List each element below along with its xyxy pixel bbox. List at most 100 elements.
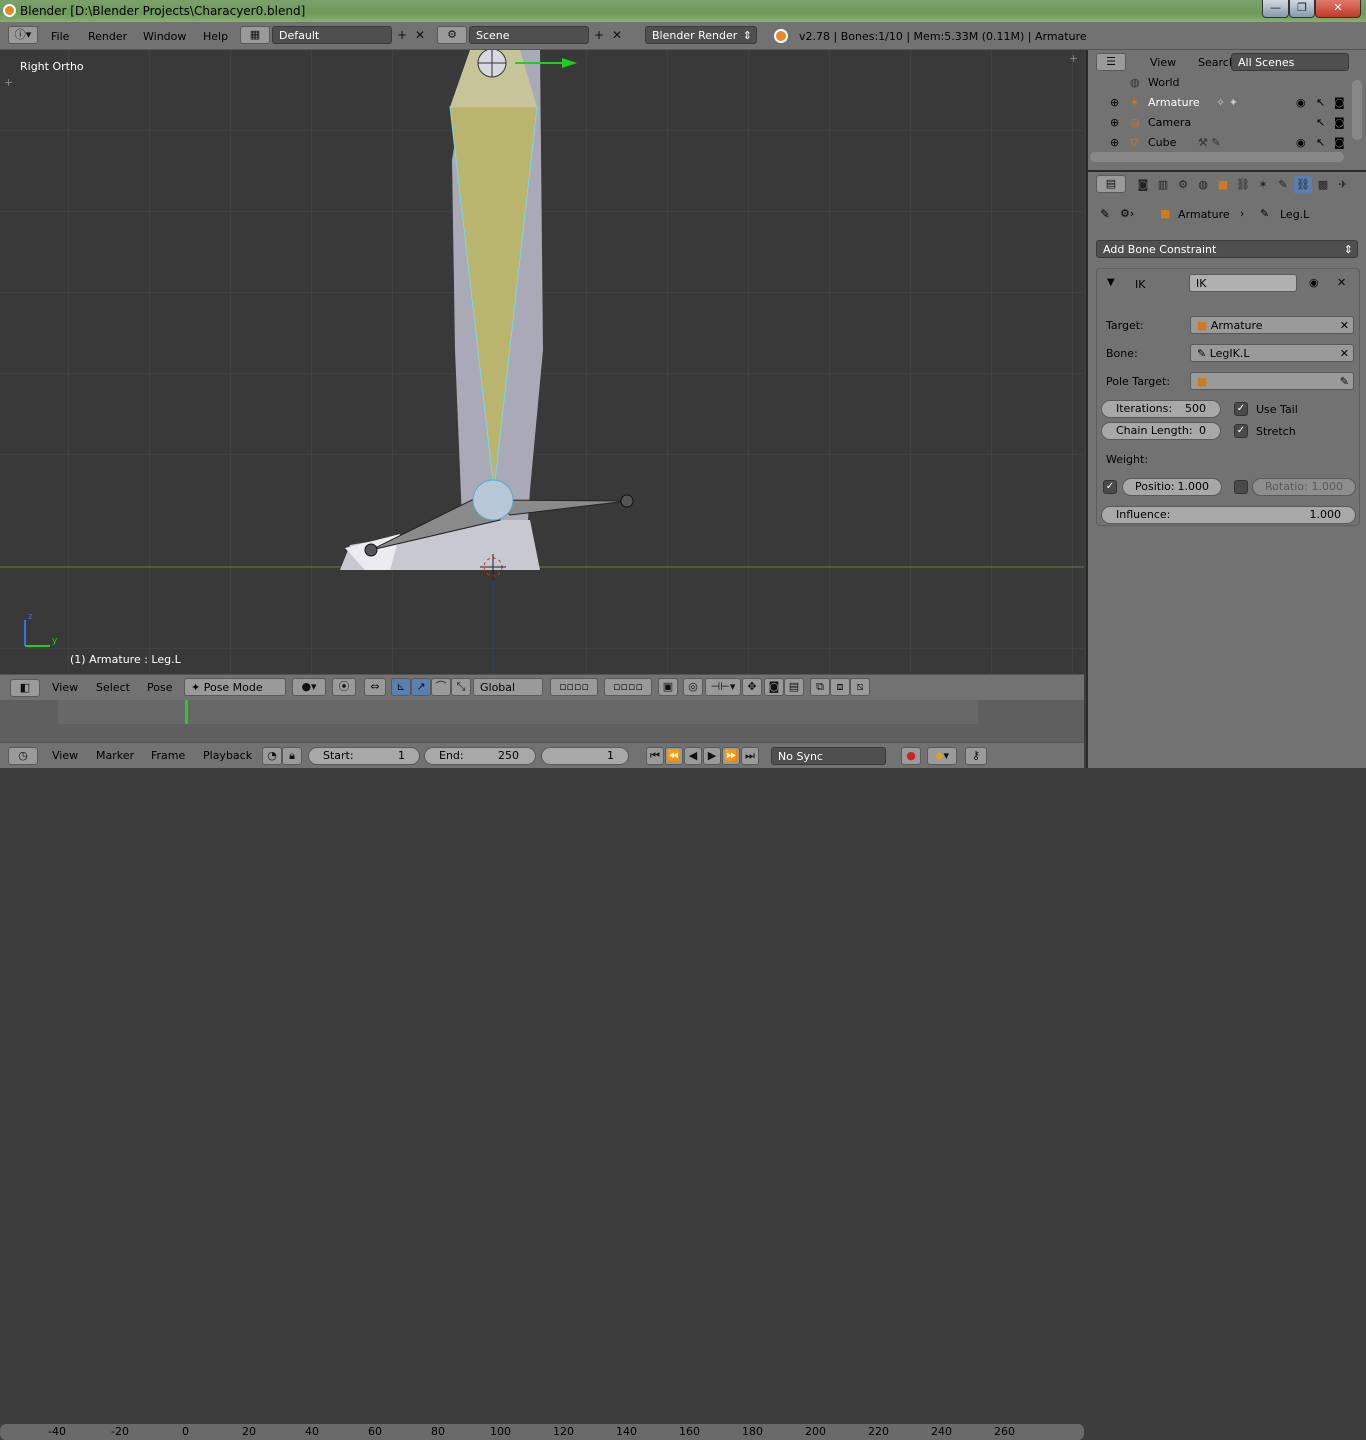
prev-keyframe-icon[interactable]: ⏪ [665,747,683,765]
editor-type-3d-icon[interactable]: ◧ [10,679,40,697]
bone-constraints-tab-icon[interactable]: ⛓ [1294,176,1312,194]
menu-window[interactable]: Window [143,30,186,43]
layout-field[interactable]: Default [272,26,392,44]
editor-type-timeline-icon[interactable]: ◷ [8,747,38,765]
outliner-item-camera[interactable]: ⊕ ◎ Camera ↖ ◙ [1088,113,1350,133]
lock-layers-icon[interactable]: ▣ [658,678,678,696]
screen-layout-icon[interactable]: ▦ [240,26,270,44]
timeline-menu-view[interactable]: View [52,749,78,762]
iterations-field[interactable]: Iterations: 500 [1101,400,1221,418]
region-toggle-icon[interactable]: + [1069,52,1078,65]
play-reverse-icon[interactable]: ◀ [684,747,702,765]
delete-constraint-icon[interactable]: ✕ [1337,276,1346,289]
add-bone-constraint-button[interactable]: Add Bone Constraint ⇕ [1096,240,1358,258]
stretch-checkbox[interactable]: ✓ [1234,424,1248,438]
timeline-menu-playback[interactable]: Playback [203,749,252,762]
jump-start-icon[interactable]: ⏮ [646,747,664,765]
world-tab-icon[interactable]: ◍ [1194,176,1212,194]
maximize-button[interactable]: ❐ [1289,0,1315,18]
add-scene-icon[interactable]: + [591,27,607,43]
eyedropper-icon[interactable]: ✎ [1340,373,1349,391]
menu-help[interactable]: Help [203,30,228,43]
move-manipulator-icon[interactable]: ↗ [411,678,431,696]
paste-flipped-pose-icon[interactable]: ⧅ [850,678,870,696]
scene-tab-icon[interactable]: ⚙ [1174,176,1192,194]
pivot-point-icon[interactable]: ⦿ [332,678,356,696]
render-tab-icon[interactable]: ◙ [1134,176,1152,194]
record-icon[interactable]: ● [901,747,921,765]
end-frame-field[interactable]: End: 250 [424,747,536,765]
play-icon[interactable]: ▶ [703,747,721,765]
renderable-camera-icon[interactable]: ◙ [1334,133,1345,153]
outliner-item-world[interactable]: ◍ World [1088,73,1350,93]
add-layout-icon[interactable]: + [394,27,410,43]
use-tail-checkbox[interactable]: ✓ [1234,402,1248,416]
outliner-menu-view[interactable]: View [1150,56,1176,69]
toolshelf-toggle-icon[interactable]: + [4,76,13,89]
physics-tab-icon[interactable]: ✈ [1334,176,1352,194]
selectable-cursor-icon[interactable]: ↖ [1316,133,1325,153]
minimize-button[interactable]: — [1262,0,1289,18]
render-icon[interactable]: ◙ [764,678,784,696]
snap-target-icon[interactable]: ✥ [742,678,762,696]
selectable-cursor-icon[interactable]: ↖ [1316,93,1325,113]
3d-viewport[interactable]: z y Right Ortho (1) Armature : Leg.L + + [0,50,1084,674]
expand-icon[interactable]: ⊕ [1110,113,1119,133]
outliner-item-cube[interactable]: ⊕ ▽ Cube ⚒ ✎ ◉ ↖ ◙ [1088,133,1350,153]
armature-data-tab-icon[interactable]: ✶ [1254,176,1272,194]
remove-scene-icon[interactable]: ✕ [609,27,625,43]
menu-select[interactable]: Select [96,681,130,694]
renderable-camera-icon[interactable]: ◙ [1334,113,1345,133]
copy-pose-icon[interactable]: ⧉ [810,678,830,696]
clear-target-icon[interactable]: ✕ [1340,317,1349,335]
insert-keyframe-icon[interactable]: ⚷ [965,747,987,765]
viewport-shading-icon[interactable]: ●▾ [292,678,326,696]
object-tab-icon[interactable]: ■ [1214,176,1232,194]
timeline-menu-frame[interactable]: Frame [151,749,185,762]
menu-file[interactable]: File [51,30,69,43]
preview-range-icon[interactable]: ◔ [262,747,282,765]
translate-icon[interactable]: ⊾ [391,678,411,696]
layers-grid-2[interactable]: ▫▫▫▫ [604,678,652,696]
use-rotation-checkbox[interactable] [1234,480,1248,494]
visibility-eye-icon[interactable]: ◉ [1296,93,1306,113]
use-position-checkbox[interactable]: ✓ [1103,480,1117,494]
clear-bone-icon[interactable]: ✕ [1340,345,1349,363]
outliner-scene-filter[interactable]: All Scenes [1231,53,1349,71]
outliner-vertical-scrollbar[interactable] [1352,80,1362,140]
collapse-triangle-icon[interactable]: ▼ [1107,277,1115,288]
rotate-manipulator-icon[interactable]: ⌒ [431,678,451,696]
editor-type-properties-icon[interactable]: ▤ [1096,175,1126,193]
rotation-weight-field[interactable]: Rotatio: 1.000 [1252,478,1356,496]
transform-orientation-select[interactable]: Global [473,678,543,696]
menu-render[interactable]: Render [88,30,127,43]
target-field[interactable]: ■ Armature ✕ [1190,316,1354,334]
editor-type-info-icon[interactable]: ⓘ▾ [8,26,38,44]
chain-length-field[interactable]: Chain Length: 0 [1101,422,1221,440]
proportional-edit-icon[interactable]: ◎ [683,678,703,696]
scale-manipulator-icon[interactable]: ⤡ [451,678,471,696]
snap-element-icon[interactable]: ⊣⊢▾ [705,678,741,696]
constraint-visibility-eye-icon[interactable]: ◉ [1309,276,1319,289]
next-keyframe-icon[interactable]: ⏩ [722,747,740,765]
position-weight-field[interactable]: Positio: 1.000 [1122,478,1222,496]
visibility-eye-icon[interactable]: ◉ [1296,133,1306,153]
paste-pose-icon[interactable]: ⧈ [830,678,850,696]
menu-view[interactable]: View [52,681,78,694]
outliner-horizontal-scrollbar[interactable] [1090,152,1344,162]
render-engine-select[interactable]: Blender Render ⇕ [645,26,757,44]
scene-field[interactable]: Scene [469,26,589,44]
constraint-name-input[interactable]: IK [1189,274,1297,292]
render-animation-icon[interactable]: ▤ [784,678,804,696]
close-button[interactable]: ✕ [1315,0,1361,18]
render-layers-tab-icon[interactable]: ▥ [1154,176,1172,194]
layers-grid-1[interactable]: ▫▫▫▫ [550,678,598,696]
object-constraints-tab-icon[interactable]: ⛓ [1234,176,1252,194]
bone-tab-icon[interactable]: ✎ [1274,176,1292,194]
texture-tab-icon[interactable]: ▩ [1314,176,1332,194]
mode-select[interactable]: ✦ Pose Mode [184,678,286,696]
frame-ruler[interactable]: -40 -20 0 20 40 60 80 100 120 140 160 18… [0,1424,1084,1440]
remove-layout-icon[interactable]: ✕ [412,27,428,43]
sync-mode-select[interactable]: No Sync [771,747,886,765]
selectable-cursor-icon[interactable]: ↖ [1316,113,1325,133]
